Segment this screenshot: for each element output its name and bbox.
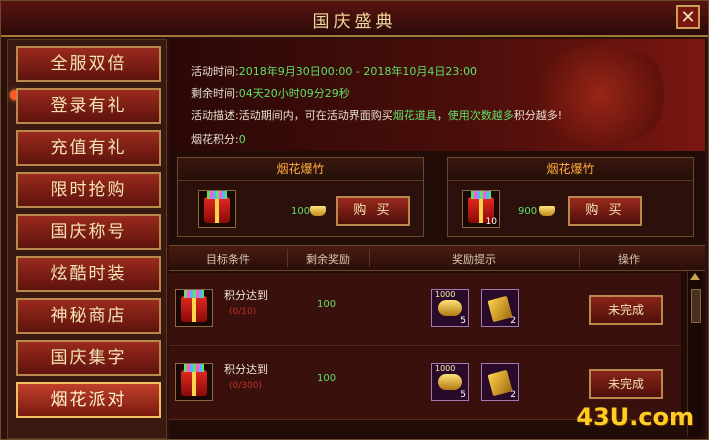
reward-count: 2 bbox=[510, 390, 516, 400]
sidebar-item-mystery-shop[interactable]: 神秘商店 bbox=[16, 298, 161, 334]
firework-points: 烟花积分:0 bbox=[191, 131, 246, 147]
header-reward: 奖励提示 bbox=[452, 253, 496, 266]
gift-box-icon bbox=[204, 191, 230, 223]
event-description: 活动描述:活动期间内，可在活动界面购买烟花道具，使用次数越多积分越多! bbox=[191, 107, 562, 123]
sidebar-item-double-exp[interactable]: 全服双倍 bbox=[16, 46, 161, 82]
coin-stack-icon bbox=[438, 300, 462, 316]
shop-card: 烟花爆竹 100 购 买 bbox=[177, 157, 424, 237]
reward-count: 5 bbox=[460, 316, 466, 326]
ticket-reward-icon[interactable]: 2 bbox=[481, 289, 519, 327]
shop-card-title: 烟花爆竹 bbox=[448, 158, 693, 181]
window-title: 国庆盛典 bbox=[312, 12, 397, 32]
gift-box-icon bbox=[181, 364, 207, 396]
banner-ornament-icon bbox=[525, 45, 675, 145]
close-button[interactable]: ✕ bbox=[676, 5, 700, 29]
buy-button[interactable]: 购 买 bbox=[336, 196, 410, 226]
sidebar-item-national-title[interactable]: 国庆称号 bbox=[16, 214, 161, 250]
gold-ingot-icon bbox=[539, 206, 555, 216]
ticket-icon bbox=[487, 295, 513, 323]
shop-price: 900 bbox=[518, 206, 538, 217]
desc-highlight-1: 烟花道具 bbox=[392, 109, 437, 122]
header-operation: 操作 bbox=[618, 253, 640, 266]
points-value: 0 bbox=[238, 133, 246, 146]
coin-amount: 1000 bbox=[435, 364, 456, 373]
firework-item-icon[interactable] bbox=[198, 190, 236, 228]
site-watermark: 43U.com bbox=[576, 403, 694, 431]
buy-button[interactable]: 购 买 bbox=[568, 196, 642, 226]
event-time-label: 活动时间: bbox=[191, 65, 239, 78]
title-bar: 国庆盛典 ✕ bbox=[1, 1, 708, 37]
remaining-reward: 100 bbox=[317, 373, 337, 384]
gold-ingot-icon bbox=[310, 206, 326, 216]
coin-amount: 1000 bbox=[435, 290, 456, 299]
item-count: 10 bbox=[485, 217, 497, 227]
event-time-value: 2018年9月30日00:00 - 2018年10月4日23:00 bbox=[238, 65, 478, 78]
firework-item-icon[interactable]: 10 bbox=[462, 190, 500, 228]
sidebar-item-login-gift[interactable]: 登录有礼 bbox=[16, 88, 161, 124]
event-window: 国庆盛典 ✕ 全服双倍 登录有礼 充值有礼 限时抢购 国庆称号 炫酷时装 神秘商… bbox=[0, 0, 709, 440]
sidebar: 全服双倍 登录有礼 充值有礼 限时抢购 国庆称号 炫酷时装 神秘商店 国庆集字 … bbox=[7, 39, 167, 439]
goal-title: 积分达到 bbox=[224, 363, 268, 376]
sidebar-item-flash-sale[interactable]: 限时抢购 bbox=[16, 172, 161, 208]
reward-count: 2 bbox=[510, 316, 516, 326]
goal-title: 积分达到 bbox=[224, 289, 268, 302]
sidebar-item-firework-party[interactable]: 烟花派对 bbox=[16, 382, 161, 418]
sidebar-item-recharge-gift[interactable]: 充值有礼 bbox=[16, 130, 161, 166]
status-button[interactable]: 未完成 bbox=[589, 295, 663, 325]
gold-coin-reward-icon[interactable]: 1000 5 bbox=[431, 363, 469, 401]
remaining-time: 剩余时间:04天20小时09分29秒 bbox=[191, 85, 350, 101]
shop-price: 100 bbox=[291, 206, 311, 217]
desc-highlight-2: 使用次数越多 bbox=[447, 109, 514, 122]
firework-item-icon[interactable] bbox=[175, 289, 213, 327]
desc-text-3: 积分越多! bbox=[513, 109, 563, 122]
header-condition: 目标条件 bbox=[206, 253, 250, 266]
firework-item-icon[interactable] bbox=[175, 363, 213, 401]
desc-label: 活动描述: bbox=[191, 109, 239, 122]
sidebar-item-fashion[interactable]: 炫酷时装 bbox=[16, 256, 161, 292]
table-header: 目标条件 剩余奖励 奖励提示 操作 bbox=[169, 245, 705, 271]
shop-card: 烟花爆竹 10 900 购 买 bbox=[447, 157, 694, 237]
status-button[interactable]: 未完成 bbox=[589, 369, 663, 399]
points-label: 烟花积分: bbox=[191, 133, 239, 146]
sidebar-item-collect-words[interactable]: 国庆集字 bbox=[16, 340, 161, 376]
header-remaining: 剩余奖励 bbox=[306, 253, 350, 266]
reward-count: 5 bbox=[460, 390, 466, 400]
ticket-icon bbox=[487, 369, 513, 397]
ticket-reward-icon[interactable]: 2 bbox=[481, 363, 519, 401]
coin-stack-icon bbox=[438, 374, 462, 390]
scroll-up-icon[interactable] bbox=[690, 273, 700, 280]
main-panel: 活动时间:2018年9月30日00:00 - 2018年10月4日23:00 剩… bbox=[169, 39, 705, 439]
shop-card-title: 烟花爆竹 bbox=[178, 158, 423, 181]
desc-text-1: 活动期间内，可在活动界面购买 bbox=[238, 109, 393, 122]
gift-box-icon bbox=[181, 290, 207, 322]
remaining-reward: 100 bbox=[317, 299, 337, 310]
remaining-time-value: 04天20小时09分29秒 bbox=[238, 87, 350, 100]
desc-text-2: ， bbox=[436, 109, 448, 122]
goal-progress: (0/300) bbox=[229, 381, 262, 391]
table-row: 积分达到 (0/10) 100 1000 5 2 未完成 bbox=[169, 273, 681, 346]
scroll-thumb[interactable] bbox=[691, 289, 701, 323]
goal-progress: (0/10) bbox=[229, 307, 257, 317]
remaining-time-label: 剩余时间: bbox=[191, 87, 239, 100]
gold-coin-reward-icon[interactable]: 1000 5 bbox=[431, 289, 469, 327]
event-time: 活动时间:2018年9月30日00:00 - 2018年10月4日23:00 bbox=[191, 63, 477, 79]
event-banner: 活动时间:2018年9月30日00:00 - 2018年10月4日23:00 剩… bbox=[169, 39, 705, 151]
